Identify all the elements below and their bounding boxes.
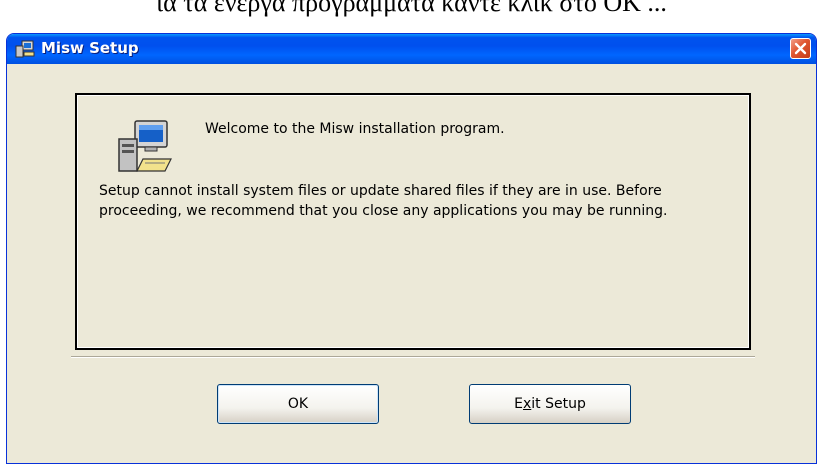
setup-dialog: Misw Setup Welcome to the Misw installat…	[6, 33, 817, 464]
title-bar[interactable]: Misw Setup	[7, 34, 816, 64]
content-panel: Welcome to the Misw installation program…	[75, 93, 751, 350]
close-icon	[794, 42, 807, 55]
welcome-text: Welcome to the Misw installation program…	[205, 121, 505, 137]
ok-button-label: OK	[287, 396, 309, 412]
setup-computer-icon	[15, 40, 35, 58]
setup-computer-icon	[115, 117, 177, 175]
divider	[71, 356, 755, 358]
exit-setup-button[interactable]: Exit Setup	[469, 384, 631, 424]
window-title: Misw Setup	[41, 39, 139, 57]
background-caption: ια τα ενεργά προγράμματα κάντε κλικ στο …	[156, 0, 667, 17]
warning-message: Setup cannot install system files or upd…	[99, 183, 668, 219]
ok-button[interactable]: OK	[217, 384, 379, 424]
exit-setup-label: Exit Setup	[514, 396, 586, 412]
close-button[interactable]	[790, 38, 811, 59]
